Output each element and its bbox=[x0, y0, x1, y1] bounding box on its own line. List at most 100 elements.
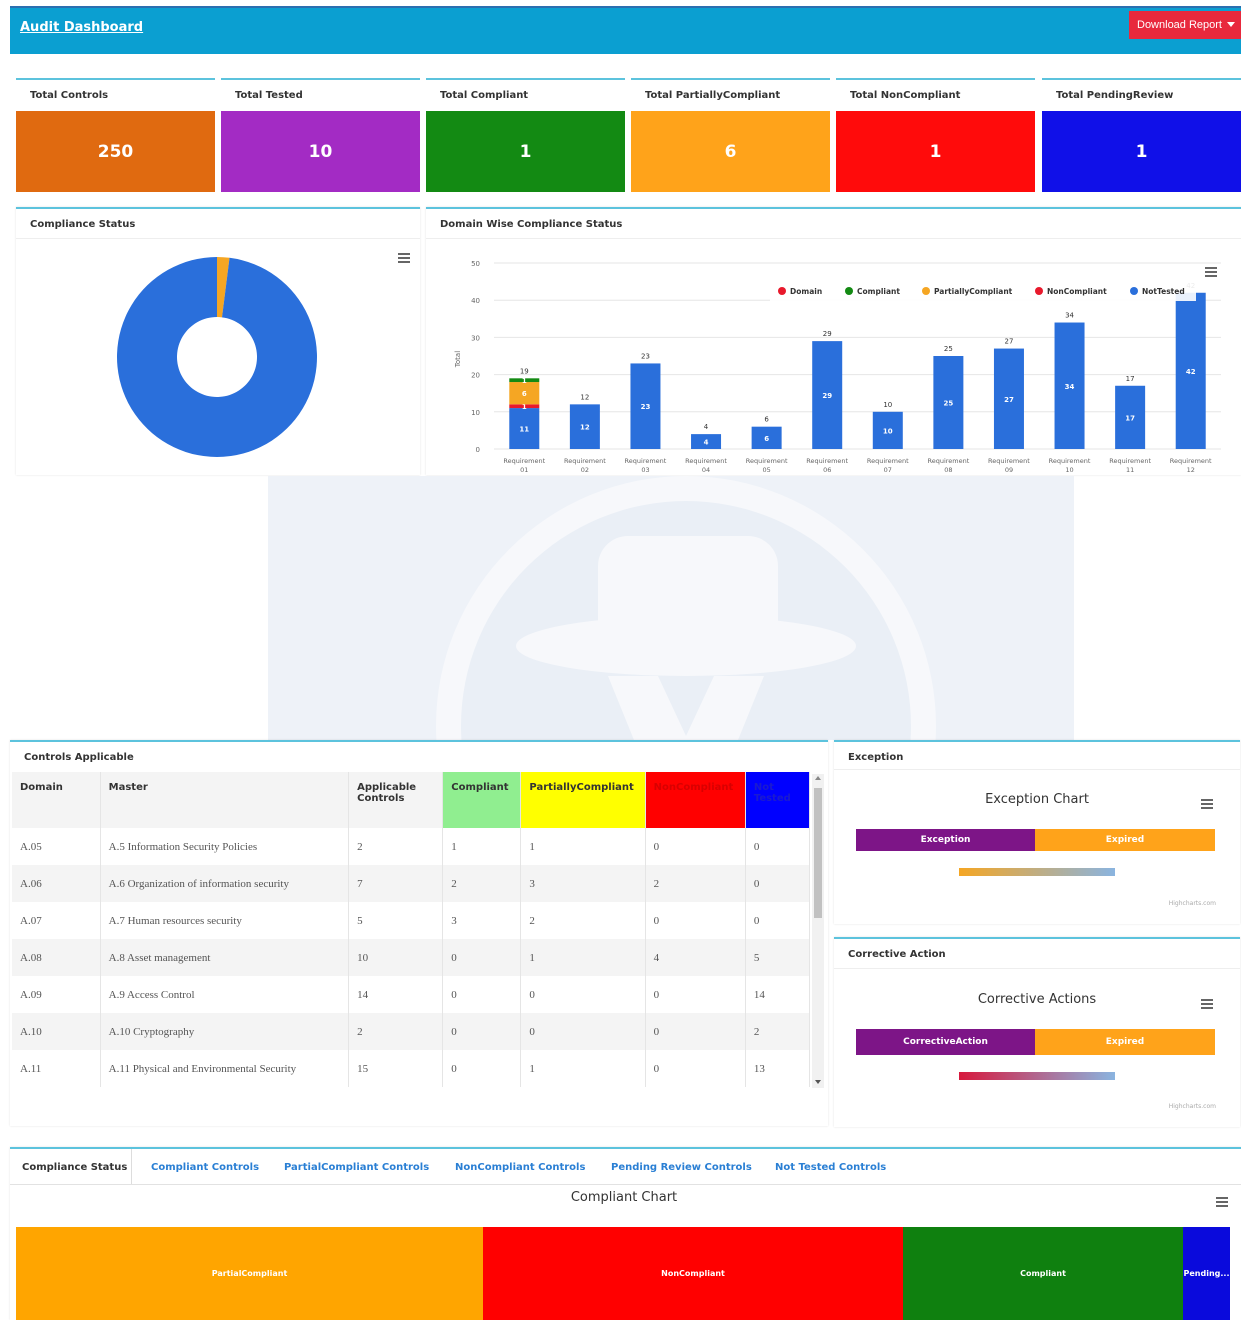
corrective-action-bar[interactable]: CorrectiveAction bbox=[856, 1029, 1035, 1055]
cell-not-tested: 14 bbox=[745, 976, 810, 1013]
panel-title: Exception bbox=[834, 742, 1240, 770]
exception-chart-title: Exception Chart bbox=[985, 792, 1089, 807]
panel-title: Compliance Status bbox=[16, 209, 420, 239]
tab-not-tested-controls[interactable]: Not Tested Controls bbox=[775, 1162, 886, 1173]
stat-label: Total PendingReview bbox=[1056, 90, 1174, 101]
legend-label: PartiallyCompliant bbox=[934, 287, 1013, 296]
compliance-donut-chart bbox=[117, 257, 318, 457]
cell-non-compliant: 2 bbox=[645, 865, 746, 902]
col-partially-compliant[interactable]: PartiallyCompliant bbox=[520, 772, 646, 828]
legend-marker bbox=[922, 287, 930, 295]
exception-bar[interactable]: Exception bbox=[856, 829, 1035, 851]
bar-data-label: 27 bbox=[1004, 396, 1014, 404]
chart-menu-icon[interactable] bbox=[1201, 999, 1213, 1009]
dashboard-title-link[interactable]: Audit Dashboard bbox=[20, 20, 143, 35]
treemap-non-compliant[interactable]: NonCompliant bbox=[483, 1227, 903, 1320]
cell-domain: A.10 bbox=[12, 1013, 101, 1050]
tab-compliance-status[interactable]: Compliance Status bbox=[22, 1162, 127, 1173]
cell-domain: A.11 bbox=[12, 1050, 101, 1087]
x-tick-label: Requirement bbox=[685, 457, 727, 465]
legend-label: NotTested bbox=[1142, 287, 1185, 296]
caret-down-icon bbox=[1227, 22, 1235, 27]
cell-partially-compliant: 0 bbox=[520, 1013, 646, 1050]
table-row: A.09 A.9 Access Control 14 0 0 0 14 bbox=[12, 976, 810, 1013]
x-tick-label: 01 bbox=[520, 466, 528, 474]
chart-menu-icon[interactable] bbox=[1201, 799, 1213, 809]
col-non-compliant[interactable]: NonCompliant bbox=[645, 772, 746, 828]
expired-bar[interactable]: Expired bbox=[1035, 1029, 1215, 1055]
cell-partially-compliant: 0 bbox=[520, 976, 646, 1013]
x-tick-label: Requirement bbox=[988, 457, 1030, 465]
bar-data-label: 25 bbox=[944, 400, 954, 408]
bar-total-label: 27 bbox=[1004, 338, 1013, 346]
scrollbar-thumb[interactable] bbox=[814, 788, 822, 918]
download-report-label: Download Report bbox=[1137, 19, 1222, 31]
treemap-compliant[interactable]: Compliant bbox=[903, 1227, 1183, 1320]
cell-applicable: 5 bbox=[348, 902, 444, 939]
x-tick-label: 11 bbox=[1126, 466, 1134, 474]
tab-compliant-controls[interactable]: Compliant Controls bbox=[151, 1162, 259, 1173]
chart-legend: Domain Compliant PartiallyCompliant NonComp… bbox=[770, 281, 1196, 301]
col-not-tested[interactable]: Not Tested bbox=[745, 772, 810, 828]
cell-applicable: 15 bbox=[348, 1050, 444, 1087]
table-row: A.08 A.8 Asset management 10 0 1 4 5 bbox=[12, 939, 810, 976]
cell-applicable: 14 bbox=[348, 976, 444, 1013]
y-tick-label: 10 bbox=[471, 409, 480, 417]
stat-label: Total NonCompliant bbox=[850, 90, 961, 101]
cell-domain: A.07 bbox=[12, 902, 101, 939]
x-tick-label: 04 bbox=[702, 466, 710, 474]
col-applicable-controls[interactable]: Applicable Controls bbox=[348, 772, 444, 828]
chart-credit[interactable]: Highcharts.com bbox=[1169, 900, 1216, 907]
x-tick-label: 12 bbox=[1187, 466, 1195, 474]
x-tick-label: Requirement bbox=[867, 457, 909, 465]
cell-non-compliant: 0 bbox=[645, 902, 746, 939]
bar-data-label: 6 bbox=[522, 390, 527, 398]
treemap-partial-compliant[interactable]: PartialCompliant bbox=[16, 1227, 483, 1320]
domain-bar-chart: 01020304050Total1116119Requirement011212… bbox=[454, 260, 1221, 474]
x-tick-label: Requirement bbox=[1170, 457, 1212, 465]
download-report-button[interactable]: Download Report bbox=[1129, 11, 1241, 39]
scroll-up-icon[interactable] bbox=[815, 776, 821, 780]
cell-non-compliant: 4 bbox=[645, 939, 746, 976]
x-tick-label: Requirement bbox=[564, 457, 606, 465]
panel-title: Controls Applicable bbox=[24, 752, 134, 763]
controls-table: Domain Master Applicable Controls Compli… bbox=[12, 772, 810, 1087]
bar-total-label: 4 bbox=[704, 423, 709, 431]
legend-gradient-bar bbox=[959, 1072, 1115, 1080]
y-tick-label: 30 bbox=[471, 334, 480, 342]
treemap-pending[interactable]: Pending... bbox=[1183, 1227, 1230, 1320]
cell-master: A.7 Human resources security bbox=[100, 902, 350, 939]
cell-non-compliant: 0 bbox=[645, 1013, 746, 1050]
col-master[interactable]: Master bbox=[100, 772, 350, 828]
bar-total-label: 23 bbox=[641, 352, 650, 360]
tab-non-compliant-controls[interactable]: NonCompliant Controls bbox=[455, 1162, 585, 1173]
scroll-down-icon[interactable] bbox=[815, 1080, 821, 1084]
bar-data-label: 1 bbox=[522, 403, 527, 411]
expired-bar[interactable]: Expired bbox=[1035, 829, 1215, 851]
tab-partial-compliant-controls[interactable]: PartialCompliant Controls bbox=[284, 1162, 429, 1173]
cell-partially-compliant: 1 bbox=[520, 1050, 646, 1087]
chart-credit[interactable]: Highcharts.com bbox=[1169, 1103, 1216, 1110]
legend-marker bbox=[778, 287, 786, 295]
cell-partially-compliant: 3 bbox=[520, 865, 646, 902]
legend-marker bbox=[845, 287, 853, 295]
y-tick-label: 40 bbox=[471, 297, 480, 305]
bar-data-label: 12 bbox=[580, 424, 590, 432]
cell-not-tested: 0 bbox=[745, 828, 810, 865]
bar-data-label: 34 bbox=[1065, 383, 1075, 391]
col-compliant[interactable]: Compliant bbox=[442, 772, 522, 828]
col-domain[interactable]: Domain bbox=[12, 772, 101, 828]
tab-pending-review-controls[interactable]: Pending Review Controls bbox=[611, 1162, 752, 1173]
watermark-logo bbox=[268, 476, 1074, 740]
bar-data-label: 11 bbox=[519, 426, 529, 434]
cell-not-tested: 13 bbox=[745, 1050, 810, 1087]
x-tick-label: 02 bbox=[581, 466, 589, 474]
chart-menu-icon[interactable] bbox=[1216, 1197, 1228, 1207]
bar-total-label: 12 bbox=[580, 393, 589, 401]
cell-master: A.8 Asset management bbox=[100, 939, 350, 976]
x-tick-label: Requirement bbox=[927, 457, 969, 465]
table-scrollbar[interactable] bbox=[812, 774, 824, 1088]
x-tick-label: 03 bbox=[641, 466, 649, 474]
bar-data-label: 1 bbox=[522, 377, 527, 385]
cell-compliant: 0 bbox=[442, 1013, 522, 1050]
